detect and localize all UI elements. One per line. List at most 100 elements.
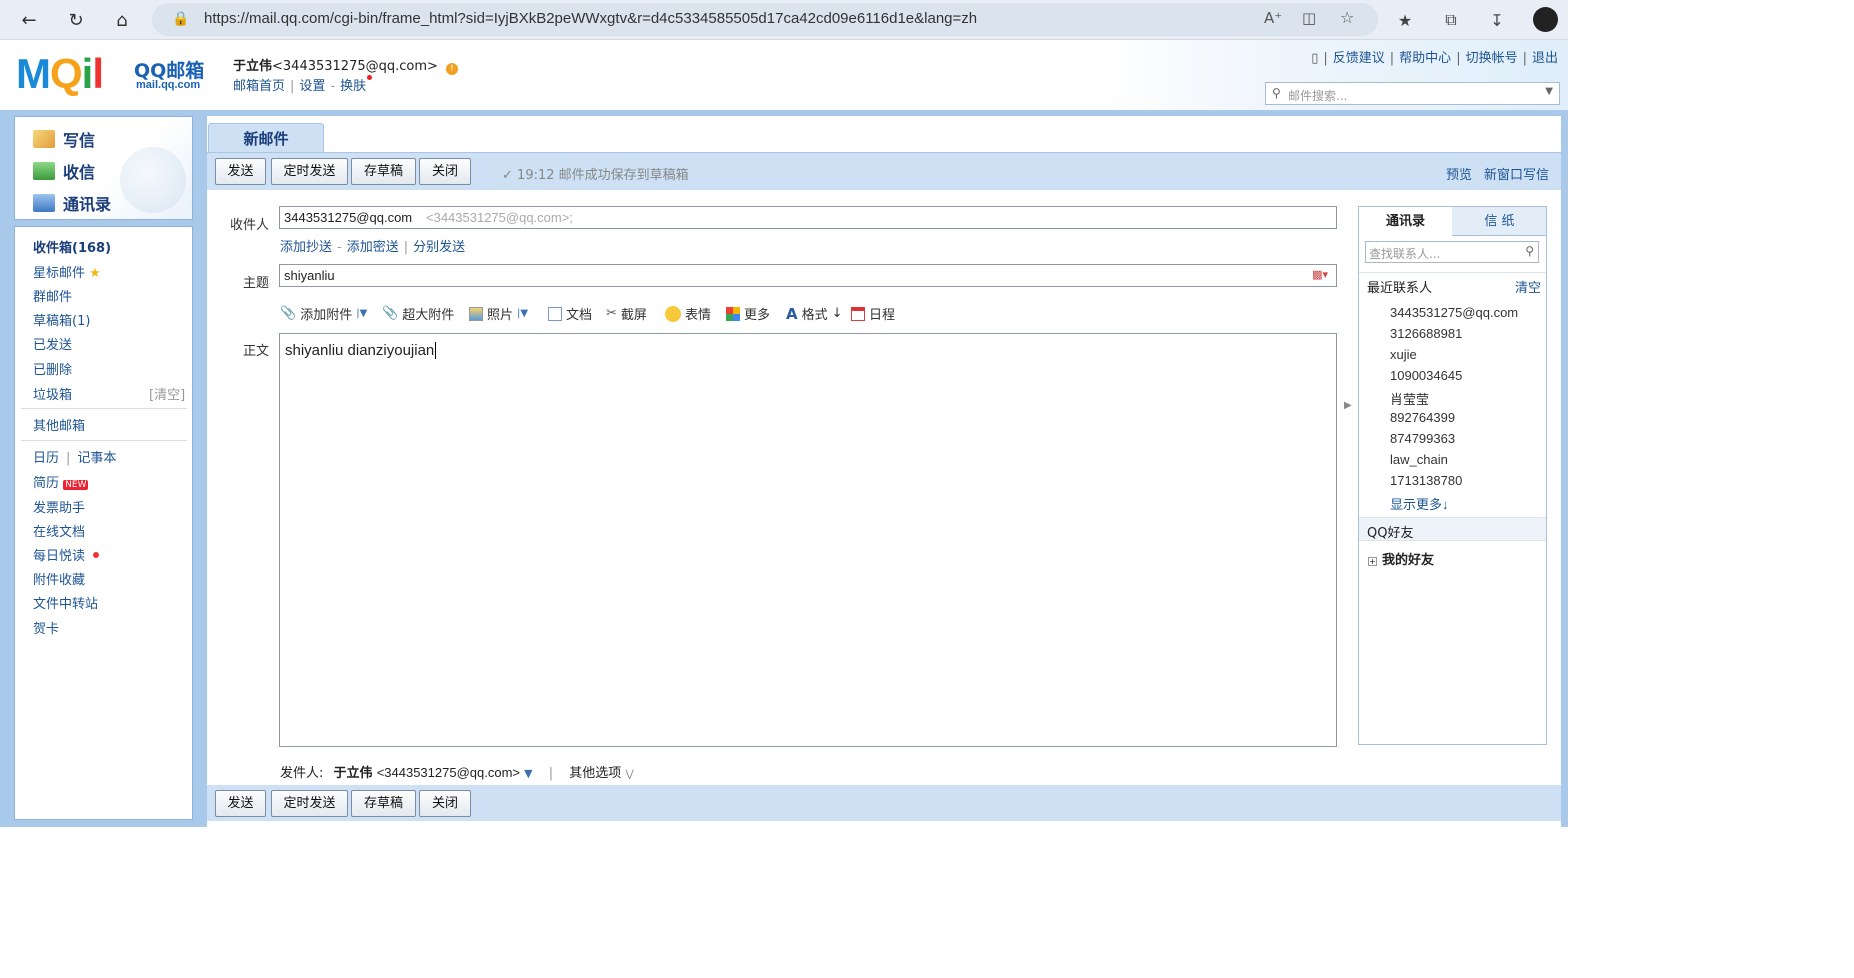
mailbox-home-link[interactable]: 邮箱首页 — [233, 79, 285, 94]
mail-logo[interactable]: MQil — [16, 53, 104, 95]
folder-inbox[interactable]: 收件箱(168) — [33, 237, 111, 256]
chevron-down-icon[interactable]: ⋁ — [625, 769, 633, 780]
folder-drafts[interactable]: 草稿箱(1) — [33, 310, 90, 329]
write-button[interactable]: 写信 — [33, 127, 95, 151]
tab-stationery[interactable]: 信 纸 — [1453, 207, 1546, 236]
to-input[interactable]: 3443531275@qq.com <3443531275@qq.com>; — [279, 206, 1337, 229]
folder-group[interactable]: 群邮件 — [33, 286, 72, 305]
contact-item[interactable]: 1713138780 — [1390, 473, 1462, 488]
sender-dropdown-icon[interactable]: ▼ — [524, 767, 532, 780]
my-friends-group[interactable]: + 我的好友 — [1368, 549, 1434, 568]
photo-dropdown-icon[interactable]: |▼ — [517, 308, 528, 319]
tool-notepad[interactable]: 记事本 — [77, 451, 116, 466]
close-button-bottom[interactable]: 关闭 — [419, 790, 471, 817]
other-mailboxes[interactable]: 其他邮箱 — [33, 415, 85, 434]
download-icon[interactable]: ↧ — [1485, 8, 1509, 32]
separate-send-link[interactable]: 分别发送 — [413, 240, 465, 255]
folder-spam[interactable]: 垃圾箱 — [33, 384, 72, 403]
contact-item[interactable]: 892764399 — [1390, 410, 1455, 425]
tab-new-mail[interactable]: 新邮件 — [208, 123, 324, 154]
save-draft-button-bottom[interactable]: 存草稿 — [351, 790, 416, 817]
contact-item[interactable]: 3443531275@qq.com — [1390, 305, 1518, 320]
inbox-icon — [33, 162, 55, 180]
to-recipient-address[interactable]: 3443531275@qq.com — [284, 210, 412, 225]
sender-email[interactable]: <3443531275@qq.com> — [377, 765, 520, 780]
tool-attachments[interactable]: 附件收藏 — [33, 569, 85, 588]
preview-link[interactable]: 预览 — [1446, 168, 1472, 183]
profile-avatar[interactable] — [1533, 7, 1558, 32]
home-icon[interactable]: ⌂ — [108, 6, 136, 34]
close-button[interactable]: 关闭 — [419, 158, 471, 185]
body-editor[interactable]: shiyanliu dianziyoujian — [279, 333, 1337, 747]
receive-button[interactable]: 收信 — [33, 159, 95, 183]
search-icon[interactable]: ⚲ — [1525, 244, 1534, 258]
emoji-tool[interactable]: 表情 — [665, 304, 711, 323]
quick-actions: 写信 收信 通讯录 — [14, 116, 193, 220]
document-tool[interactable]: 文档 — [548, 304, 592, 323]
tool-file-transfer[interactable]: 文件中转站 — [33, 593, 98, 612]
split-screen-icon[interactable]: ◫ — [1302, 9, 1316, 27]
schedule-tool[interactable]: 日程 — [851, 304, 895, 323]
expand-icon[interactable]: + — [1368, 557, 1377, 566]
photo-tool[interactable]: 照片 |▼ — [469, 304, 528, 323]
collapse-panel-icon[interactable]: ▶ — [1344, 400, 1352, 411]
warning-icon[interactable]: ! — [445, 63, 458, 75]
contact-item[interactable]: 874799363 — [1390, 431, 1455, 446]
switch-account-link[interactable]: 切换帐号 — [1466, 51, 1518, 66]
folder-starred[interactable]: 星标邮件 ★ — [33, 262, 101, 281]
tool-calendar[interactable]: 日历 — [33, 451, 59, 466]
tool-reading[interactable]: 每日悦读 — [33, 545, 100, 564]
address-bar[interactable]: 🔒 https://mail.qq.com/cgi-bin/frame_html… — [152, 3, 1378, 36]
contact-item[interactable]: law_chain — [1390, 452, 1448, 467]
skin-link[interactable]: 换肤 — [340, 79, 366, 94]
mobile-icon[interactable]: ▯ — [1311, 51, 1318, 66]
add-bcc-link[interactable]: 添加密送 — [347, 240, 399, 255]
collections-icon[interactable]: ⧉ — [1439, 8, 1463, 32]
add-cc-link[interactable]: 添加抄送 — [280, 240, 332, 255]
schedule-send-button[interactable]: 定时发送 — [271, 158, 348, 185]
tab-address-book[interactable]: 通讯录 — [1359, 207, 1452, 237]
write-icon — [33, 130, 55, 148]
contacts-button[interactable]: 通讯录 — [33, 191, 111, 215]
tool-invoice[interactable]: 发票助手 — [33, 497, 85, 516]
contact-item[interactable]: xujie — [1390, 347, 1417, 362]
read-aloud-icon[interactable]: A⁺ — [1264, 9, 1282, 27]
add-attachment-tool[interactable]: 📎 添加附件 |▼ — [280, 304, 367, 323]
subject-input[interactable]: shiyanliu ▩▾ — [279, 264, 1337, 287]
tool-docs[interactable]: 在线文档 — [33, 521, 85, 540]
screenshot-tool[interactable]: ✂ 截屏 — [606, 304, 647, 323]
attachment-dropdown-icon[interactable]: |▼ — [356, 308, 367, 319]
tool-resume[interactable]: 简历 NEW — [33, 472, 89, 491]
logout-link[interactable]: 退出 — [1532, 51, 1558, 66]
show-more-contacts[interactable]: 显示更多↓ — [1390, 494, 1449, 513]
favorites-icon[interactable]: ★ — [1393, 8, 1417, 32]
empty-spam-link[interactable]: [清空] — [149, 384, 185, 403]
refresh-icon[interactable]: ↻ — [62, 6, 90, 34]
back-icon[interactable]: ← — [15, 6, 43, 34]
search-dropdown-icon[interactable]: ▼ — [1545, 86, 1553, 97]
folder-deleted[interactable]: 已删除 — [33, 359, 72, 378]
other-options-link[interactable]: 其他选项 — [569, 766, 621, 781]
favorite-add-icon[interactable]: ☆ — [1340, 8, 1354, 27]
folder-sent[interactable]: 已发送 — [33, 334, 72, 353]
new-window-link[interactable]: 新窗口写信 — [1484, 168, 1549, 183]
tool-cards[interactable]: 贺卡 — [33, 618, 59, 637]
clear-recent-link[interactable]: 清空 — [1515, 277, 1541, 296]
format-tool[interactable]: A 格式 ↓ — [786, 304, 843, 324]
contact-item[interactable]: 肖莹莹 — [1390, 389, 1429, 408]
contact-search-input[interactable]: 查找联系人... ⚲ — [1365, 241, 1539, 263]
send-button[interactable]: 发送 — [215, 158, 266, 185]
schedule-send-button-bottom[interactable]: 定时发送 — [271, 790, 348, 817]
mail-search-input[interactable]: ⚲ 邮件搜索... ▼ — [1265, 82, 1560, 105]
large-attachment-tool[interactable]: 📎 超大附件 — [382, 304, 454, 323]
top-right-links: ▯ | 反馈建议 | 帮助中心 | 切换帐号 | 退出 — [1311, 51, 1558, 66]
send-button-bottom[interactable]: 发送 — [215, 790, 266, 817]
contact-item[interactable]: 3126688981 — [1390, 326, 1462, 341]
subject-format-icon[interactable]: ▩▾ — [1312, 268, 1328, 281]
contact-item[interactable]: 1090034645 — [1390, 368, 1462, 383]
save-draft-button[interactable]: 存草稿 — [351, 158, 416, 185]
feedback-link[interactable]: 反馈建议 — [1333, 51, 1385, 66]
settings-link[interactable]: 设置 — [299, 79, 325, 94]
more-tool[interactable]: 更多 — [726, 304, 770, 323]
help-link[interactable]: 帮助中心 — [1399, 51, 1451, 66]
